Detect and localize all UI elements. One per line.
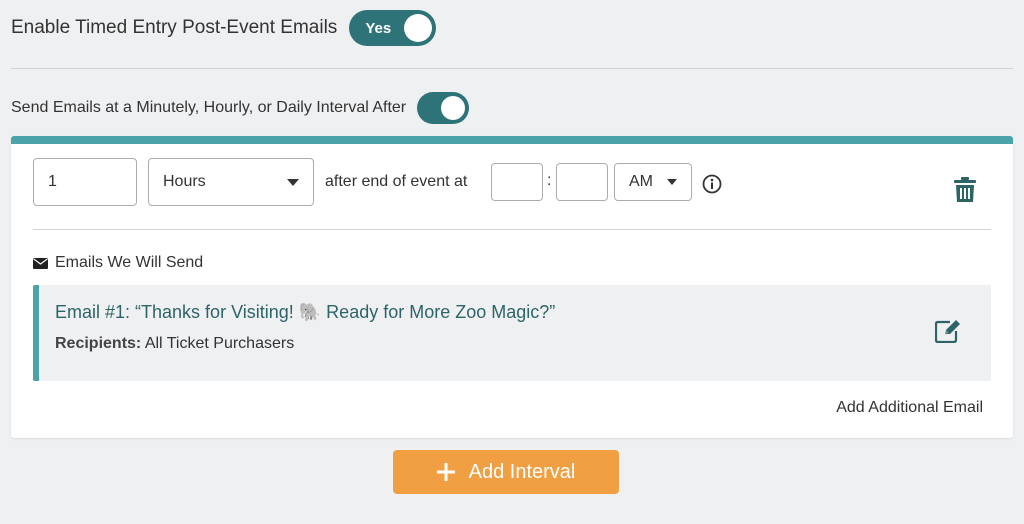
- toggle-label: Yes: [365, 19, 392, 37]
- hour-input[interactable]: [492, 173, 542, 191]
- envelope-icon: [33, 257, 48, 269]
- plus-icon: [436, 463, 455, 481]
- interval-card: Hours after end of event at : AM Emails …: [11, 136, 1013, 438]
- minute-input[interactable]: [557, 173, 607, 191]
- interval-unit-value: Hours: [163, 173, 206, 190]
- post-event-emails-title: Enable Timed Entry Post-Event Emails: [11, 17, 338, 38]
- after-event-text: after end of event at: [325, 173, 468, 190]
- recipients-label: Recipients:: [55, 335, 142, 352]
- toggle-knob: [404, 14, 433, 42]
- info-icon[interactable]: [702, 174, 722, 194]
- emails-heading-label: Emails We Will Send: [55, 254, 204, 271]
- card-divider: [33, 229, 991, 230]
- interval-toggle-title: Send Emails at a Minutely, Hourly, or Da…: [11, 99, 407, 116]
- add-interval-label: Add Interval: [468, 460, 576, 483]
- ampm-select[interactable]: AM: [614, 163, 692, 201]
- interval-unit-select[interactable]: Hours: [148, 158, 314, 206]
- hour-field[interactable]: [491, 163, 543, 201]
- post-event-emails-row: Enable Timed Entry Post-Event Emails Yes: [11, 10, 437, 46]
- trash-icon[interactable]: [954, 177, 976, 203]
- recipients-value: All Ticket Purchasers: [144, 335, 295, 352]
- post-event-emails-toggle[interactable]: Yes: [349, 10, 437, 46]
- chevron-down-icon: [667, 179, 677, 185]
- add-interval-button[interactable]: Add Interval: [393, 450, 619, 494]
- minute-field[interactable]: [556, 163, 608, 201]
- ampm-value: AM: [629, 173, 653, 190]
- email-recipients: Recipients: All Ticket Purchasers: [55, 335, 294, 353]
- interval-amount-field[interactable]: [33, 158, 137, 206]
- email-item[interactable]: Email #1: “Thanks for Visiting! 🐘 Ready …: [33, 285, 991, 381]
- email-title: Email #1: “Thanks for Visiting! 🐘 Ready …: [55, 302, 556, 322]
- interval-amount-input[interactable]: [34, 173, 136, 191]
- add-additional-email-link[interactable]: Add Additional Email: [836, 399, 983, 417]
- time-colon: :: [547, 172, 552, 189]
- emails-heading: Emails We Will Send: [33, 254, 203, 272]
- interval-toggle-row: Send Emails at a Minutely, Hourly, or Da…: [11, 92, 470, 124]
- toggle-knob: [441, 96, 466, 120]
- section-divider: [11, 68, 1013, 69]
- chevron-down-icon: [287, 178, 299, 186]
- edit-icon[interactable]: [935, 319, 961, 343]
- interval-toggle[interactable]: [417, 92, 470, 124]
